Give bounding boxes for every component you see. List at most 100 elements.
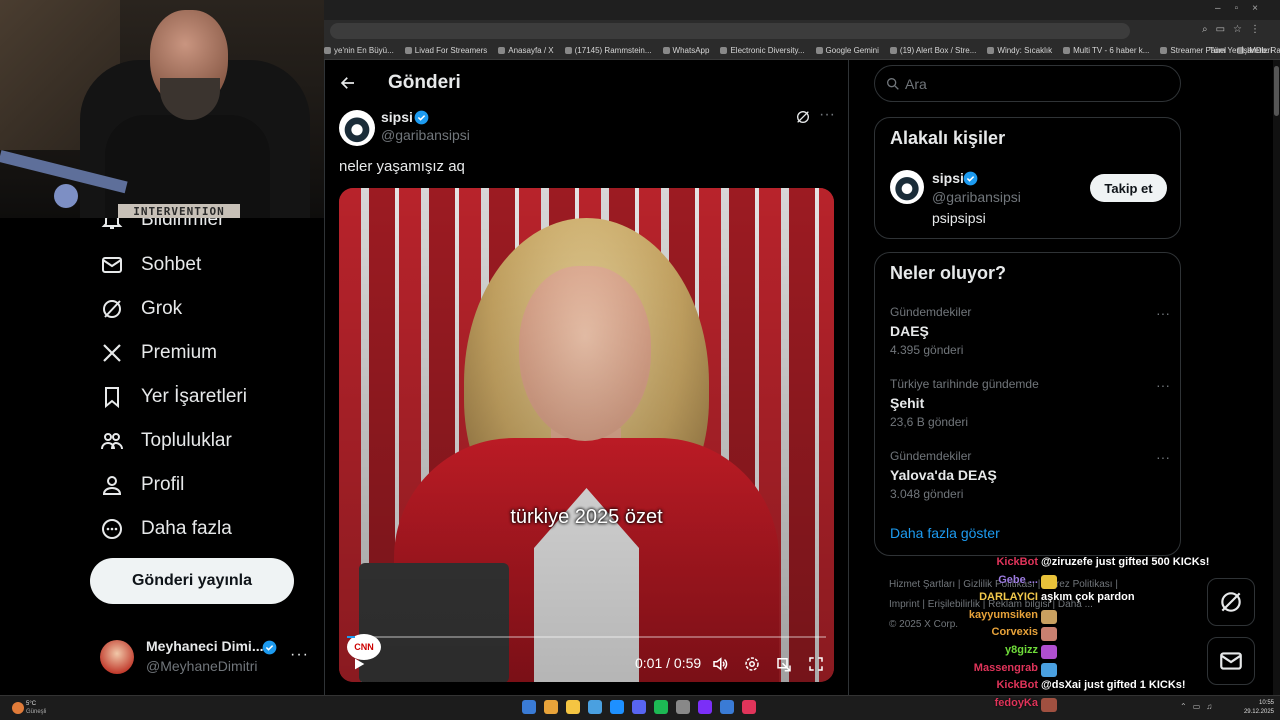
account-handle: @MeyhaneDimitri [146, 658, 258, 674]
weather-widget[interactable]: 5°C Güneşli [10, 699, 70, 719]
scrollbar[interactable] [1273, 60, 1280, 695]
bookmark-item[interactable]: Electronic Diversity... [720, 46, 805, 55]
nav-label: Topluluklar [141, 430, 232, 451]
x-logo-icon [103, 344, 121, 362]
bookmark-item[interactable]: ye'nin En Büyü... [324, 46, 394, 55]
volume-icon[interactable] [711, 655, 729, 673]
chat-emote-icon [1041, 627, 1057, 642]
chat-emote-icon [1041, 697, 1057, 712]
bookmark-favicon-icon [662, 47, 670, 54]
video-player[interactable]: türkiye 2025 özet CNN 0:01 / 0:59 [339, 188, 834, 682]
chat-emote-icon [1041, 574, 1057, 589]
scrollbar-thumb[interactable] [1274, 66, 1279, 116]
taskbar-app-icon[interactable] [566, 700, 580, 714]
bookmark-item[interactable]: Multi TV - 6 haber k... [1063, 46, 1149, 55]
post-button[interactable]: Gönderi yayınla [90, 558, 294, 604]
bookmark-label: Electronic Diversity... [730, 46, 805, 55]
show-more-link[interactable]: Daha fazla göster [890, 525, 1000, 541]
weather-text: Güneşli [26, 709, 47, 715]
post-header: Gönderi [325, 60, 848, 108]
follow-button[interactable]: Takip et [1090, 174, 1167, 202]
taskbar-app-icon[interactable] [676, 700, 690, 714]
webcam-person-body [105, 115, 270, 218]
taskbar-apps [522, 700, 764, 714]
grok-fab-button[interactable] [1207, 578, 1255, 626]
related-handle[interactable]: @garibansipsi [932, 189, 1021, 205]
clock[interactable]: 10:55 29.12.2025 [1238, 699, 1274, 717]
nav-item-profile[interactable]: Profil [100, 470, 184, 500]
mail-icon [102, 257, 122, 273]
avatar [100, 640, 134, 674]
all-bookmarks-button[interactable]: Tüm Yer İşaretleri [1209, 46, 1272, 55]
account-switcher[interactable]: Meyhaneci Dimi... @MeyhaneDimitri ··· [100, 636, 314, 680]
chat-message: Corvexis [930, 626, 1210, 644]
taskbar-app-icon[interactable] [720, 700, 734, 714]
tweet-author-handle[interactable]: @garibansipsi [381, 127, 470, 143]
taskbar-app-icon[interactable] [544, 700, 558, 714]
trend-more-icon[interactable]: ··· [1156, 377, 1170, 393]
page-title: Gönderi [388, 72, 461, 93]
nav-item-bookmarks[interactable]: Yer İşaretleri [100, 382, 247, 412]
taskbar-app-icon[interactable] [654, 700, 668, 714]
taskbar-app-icon[interactable] [742, 700, 756, 714]
account-more-icon[interactable]: ··· [290, 646, 309, 664]
bookmark-label: Livad For Streamers [414, 46, 488, 55]
browser-toolbar-icons[interactable]: ⌕▭☆⋮ [1202, 24, 1268, 35]
fullscreen-icon[interactable] [807, 655, 825, 673]
grok-icon [1221, 592, 1241, 612]
profile-icon [102, 476, 122, 495]
bookmark-item[interactable]: Google Gemini [815, 46, 879, 55]
bookmark-favicon-icon [889, 47, 897, 54]
picture-in-picture-icon[interactable] [775, 655, 793, 673]
nav-label: Grok [141, 298, 183, 319]
trend-count: 3.048 gönderi [890, 487, 964, 501]
nav-item-chat[interactable]: Sohbet [100, 250, 201, 280]
nav-item-communities[interactable]: Topluluklar [100, 426, 232, 456]
taskbar-app-icon[interactable] [632, 700, 646, 714]
chat-message: KickBot @dsXai just gifted 1 KICKs! [930, 679, 1210, 697]
grok-icon[interactable] [795, 109, 811, 125]
nav-item-grok[interactable]: Grok [100, 294, 182, 324]
messages-fab-button[interactable] [1207, 637, 1255, 685]
nav-item-premium[interactable]: Premium [100, 338, 217, 368]
bookmark-favicon-icon [987, 47, 995, 54]
tweet-author-name[interactable]: sipsi [381, 109, 413, 125]
trend-item[interactable]: Gündemdekiler DAEŞ 4.395 gönderi ··· [890, 305, 1170, 357]
nav-item-more[interactable]: Daha fazla [100, 514, 232, 544]
bookmark-item[interactable]: Anasayfa / X [498, 46, 554, 55]
chat-message: Massengrab [930, 662, 1210, 680]
bookmark-favicon-icon [1160, 47, 1168, 54]
related-avatar[interactable] [890, 170, 924, 204]
bookmark-item[interactable]: (19) Alert Box / Stre... [889, 46, 976, 55]
trend-item[interactable]: Türkiye tarihinde gündemde Şehit 23,6 B … [890, 377, 1170, 429]
tweet-author-avatar[interactable] [339, 110, 375, 146]
taskbar-app-icon[interactable] [522, 700, 536, 714]
bookmark-item[interactable]: (17145) Rammstein... [564, 46, 652, 55]
back-arrow-icon[interactable] [339, 74, 357, 92]
bookmark-item[interactable]: Windy: Sıcaklık [987, 46, 1052, 55]
trend-item[interactable]: Gündemdekiler Yalova'da DEAŞ 3.048 gönde… [890, 449, 1170, 501]
trend-more-icon[interactable]: ··· [1156, 305, 1170, 321]
taskbar-app-icon[interactable] [610, 700, 624, 714]
video-shade [339, 188, 834, 682]
nav-label: Sohbet [141, 254, 202, 275]
taskbar-app-icon[interactable] [698, 700, 712, 714]
search-input[interactable]: Ara [874, 65, 1181, 102]
bookmark-item[interactable]: Livad For Streamers [404, 46, 488, 55]
play-icon[interactable] [351, 656, 367, 672]
related-name[interactable]: sipsi [932, 170, 964, 186]
bookmark-favicon-icon [815, 47, 823, 54]
video-progress-bar[interactable] [347, 636, 826, 638]
bookmark-label: Anasayfa / X [508, 46, 554, 55]
window-controls[interactable]: –▫× [1215, 3, 1272, 14]
trend-more-icon[interactable]: ··· [1156, 449, 1170, 465]
taskbar-app-icon[interactable] [588, 700, 602, 714]
trends-card: Neler oluyor? Gündemdekiler DAEŞ 4.395 g… [874, 252, 1181, 556]
settings-gear-icon[interactable] [743, 655, 761, 673]
tweet-more-icon[interactable]: ··· [819, 106, 835, 124]
url-field[interactable] [330, 23, 1130, 39]
bookmark-favicon-icon [720, 47, 728, 54]
chat-text: @ziruzefe just gifted 500 KICKs! [1041, 556, 1210, 568]
bookmark-item[interactable]: WhatsApp [662, 46, 709, 55]
browser-tab-bar: –▫× [324, 0, 1280, 20]
